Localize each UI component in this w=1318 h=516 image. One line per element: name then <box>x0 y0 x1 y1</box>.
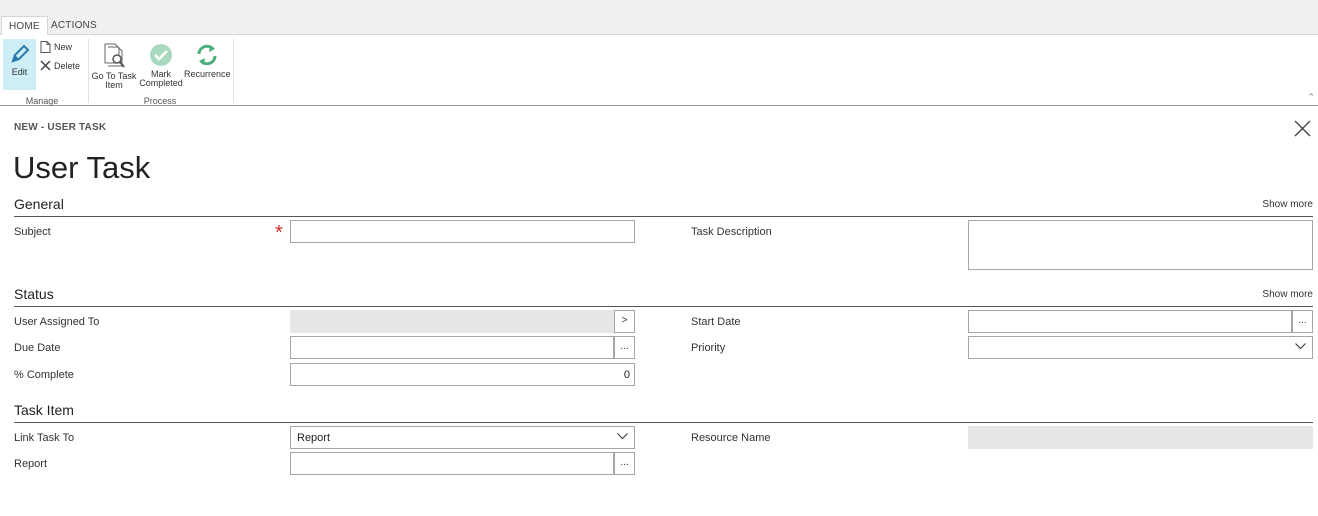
ribbon: Edit New Delete Manage Go To Task Item M… <box>0 35 1318 106</box>
report-label: Report <box>14 458 48 470</box>
page-title: User Task <box>13 150 151 185</box>
show-more-general-link[interactable]: Show more <box>1262 199 1313 210</box>
delete-button-label: Delete <box>54 60 81 71</box>
breadcrumb: NEW - USER TASK <box>14 122 107 133</box>
due-date-picker-button[interactable]: ... <box>614 336 635 359</box>
start-date-label: Start Date <box>691 316 741 328</box>
document-search-icon <box>104 43 125 68</box>
mark-completed-button[interactable]: Mark Completed <box>138 39 184 88</box>
section-divider <box>14 216 1313 217</box>
mark-completed-label-2: Completed <box>139 78 183 88</box>
section-title-general: General <box>14 196 64 212</box>
edit-button[interactable]: Edit <box>3 39 36 90</box>
resource-name-field <box>968 426 1313 449</box>
report-lookup-button[interactable]: ... <box>614 452 635 475</box>
task-description-label: Task Description <box>691 226 772 238</box>
priority-label: Priority <box>691 342 726 354</box>
manage-group-label: Manage <box>25 96 59 106</box>
group-divider <box>88 39 89 103</box>
group-divider <box>233 39 234 103</box>
user-assigned-to-field <box>290 310 614 333</box>
collapse-ribbon-icon[interactable]: ⌃ <box>1307 92 1315 103</box>
chevron-down-icon <box>617 433 628 440</box>
percent-complete-value: 0 <box>623 369 630 381</box>
section-divider <box>14 422 1313 423</box>
pencil-icon <box>10 44 29 63</box>
check-circle-icon <box>150 44 172 66</box>
new-document-icon <box>40 41 51 53</box>
subject-input[interactable] <box>290 220 635 243</box>
resource-name-label: Resource Name <box>691 432 771 444</box>
recurrence-button[interactable]: Recurrence <box>184 39 231 79</box>
tab-actions[interactable]: ACTIONS <box>44 16 104 35</box>
priority-select[interactable] <box>968 336 1313 359</box>
close-icon[interactable] <box>1294 120 1311 142</box>
delete-button[interactable]: Delete <box>40 60 80 71</box>
start-date-input[interactable] <box>968 310 1292 333</box>
link-task-to-select[interactable]: Report <box>290 426 635 449</box>
delete-x-icon <box>40 60 51 71</box>
link-task-to-label: Link Task To <box>14 432 75 444</box>
edit-button-label: Edit <box>11 67 28 77</box>
start-date-picker-button[interactable]: ... <box>1292 310 1313 333</box>
report-input[interactable] <box>290 452 614 475</box>
show-more-status-link[interactable]: Show more <box>1262 289 1313 300</box>
tab-home[interactable]: HOME <box>1 16 48 36</box>
user-assigned-to-label: User Assigned To <box>14 316 100 328</box>
user-assigned-to-lookup-button[interactable]: > <box>614 310 635 333</box>
link-task-to-value: Report <box>297 432 331 444</box>
process-group-label: Process <box>143 96 177 106</box>
new-button[interactable]: New <box>40 41 72 53</box>
chevron-down-icon <box>1295 343 1306 350</box>
percent-complete-input[interactable]: 0 <box>290 363 635 386</box>
subject-label: Subject <box>14 226 51 238</box>
ribbon-tab-bar: HOME ACTIONS <box>0 0 1318 36</box>
go-to-task-item-label-2: Item <box>105 80 123 90</box>
go-to-task-item-button[interactable]: Go To Task Item <box>91 39 137 90</box>
percent-complete-label: % Complete <box>14 369 74 381</box>
task-description-textarea[interactable] <box>968 220 1313 270</box>
new-button-label: New <box>54 42 73 52</box>
section-title-task-item: Task Item <box>14 402 74 418</box>
recurrence-label: Recurrence <box>184 69 231 79</box>
section-title-status: Status <box>14 286 54 302</box>
required-indicator: * <box>275 222 283 244</box>
section-divider <box>14 306 1313 307</box>
recurrence-icon <box>197 44 217 66</box>
due-date-input[interactable] <box>290 336 614 359</box>
due-date-label: Due Date <box>14 342 61 354</box>
